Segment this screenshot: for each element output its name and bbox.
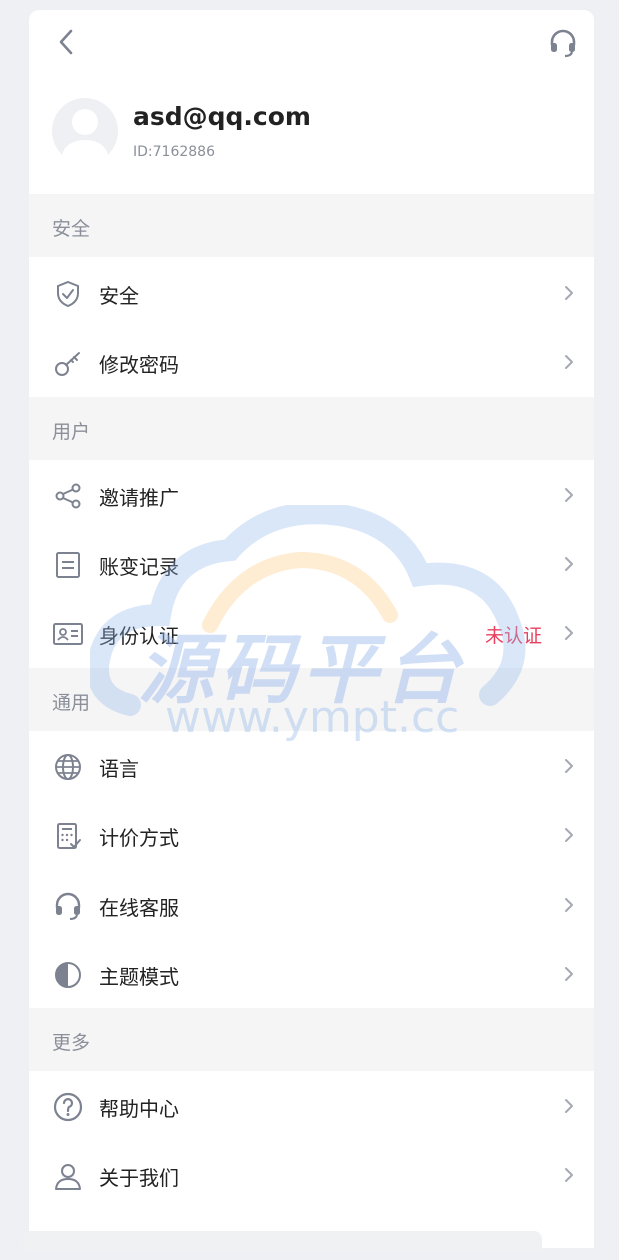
- menu-item-online-service[interactable]: 在线客服: [29, 871, 594, 940]
- document-icon: [56, 552, 80, 578]
- menu-item-security[interactable]: 安全: [29, 259, 594, 328]
- chevron-right-icon: [565, 898, 573, 912]
- user-icon: [55, 1164, 81, 1190]
- chevron-right-icon: [565, 828, 573, 842]
- section-title: 用户: [52, 421, 91, 443]
- menu-item-label: 帮助中心: [99, 1097, 179, 1121]
- section-header-more: 更多: [29, 1008, 594, 1071]
- chevron-right-icon: [565, 967, 573, 981]
- menu-item-change-password[interactable]: 修改密码: [29, 328, 594, 397]
- chevron-left-icon: [59, 29, 73, 55]
- globe-icon: [55, 754, 81, 780]
- menu-item-label: 关于我们: [99, 1166, 179, 1190]
- question-circle-icon: [53, 1092, 83, 1122]
- menu-item-pricing-method[interactable]: 计价方式: [29, 801, 594, 870]
- section-header-security: 安全: [29, 194, 594, 257]
- shield-check-icon: [57, 280, 79, 308]
- menu-item-label: 在线客服: [99, 896, 179, 920]
- id-card-icon: [53, 623, 83, 645]
- menu-item-label: 语言: [99, 757, 139, 781]
- chevron-right-icon: [565, 488, 573, 502]
- section-title: 更多: [52, 1032, 91, 1054]
- menu-item-account-records[interactable]: 账变记录: [29, 530, 594, 599]
- avatar[interactable]: [52, 98, 118, 164]
- customer-service-button[interactable]: [548, 28, 578, 58]
- section-header-general: 通用: [29, 668, 594, 731]
- share-icon: [55, 483, 81, 509]
- menu-item-identity-verification[interactable]: 身份认证 未认证: [29, 599, 594, 668]
- calculator-icon: [57, 823, 81, 849]
- menu-item-label: 修改密码: [99, 353, 179, 377]
- menu-item-help-center[interactable]: 帮助中心: [29, 1072, 594, 1141]
- bottom-bar: [23, 1231, 542, 1251]
- account-email: asd@qq.com: [133, 102, 311, 131]
- menu-item-theme-mode[interactable]: 主题模式: [29, 940, 594, 1009]
- profile-header: asd@qq.com ID:7162886: [29, 92, 594, 192]
- verification-status-badge: 未认证: [484, 625, 542, 647]
- menu-item-label: 身份认证: [99, 624, 179, 648]
- menu-item-label: 计价方式: [99, 826, 179, 850]
- headset-icon: [55, 892, 81, 920]
- chevron-right-icon: [565, 355, 573, 369]
- chevron-right-icon: [565, 557, 573, 571]
- menu-item-invite[interactable]: 邀请推广: [29, 461, 594, 530]
- top-bar: [29, 10, 594, 74]
- menu-item-label: 邀请推广: [99, 486, 179, 510]
- menu-item-label: 安全: [99, 284, 139, 308]
- menu-item-about-us[interactable]: 关于我们: [29, 1141, 594, 1210]
- chevron-right-icon: [565, 1168, 573, 1182]
- contrast-icon: [55, 962, 81, 988]
- chevron-right-icon: [565, 626, 573, 640]
- chevron-right-icon: [565, 1099, 573, 1113]
- chevron-right-icon: [565, 759, 573, 773]
- menu-item-label: 账变记录: [99, 555, 179, 579]
- settings-card: asd@qq.com ID:7162886 安全 安全 修改密码 用户 邀请推广…: [29, 10, 594, 1248]
- headset-icon: [550, 29, 576, 58]
- back-button[interactable]: [53, 28, 81, 56]
- section-title: 通用: [52, 692, 91, 714]
- section-title: 安全: [52, 218, 91, 240]
- account-id: ID:7162886: [133, 144, 215, 160]
- menu-item-language[interactable]: 语言: [29, 732, 594, 801]
- key-icon: [55, 352, 80, 376]
- chevron-right-icon: [565, 286, 573, 300]
- section-header-user: 用户: [29, 397, 594, 460]
- user-avatar-icon: [60, 109, 110, 164]
- menu-item-label: 主题模式: [99, 965, 179, 989]
